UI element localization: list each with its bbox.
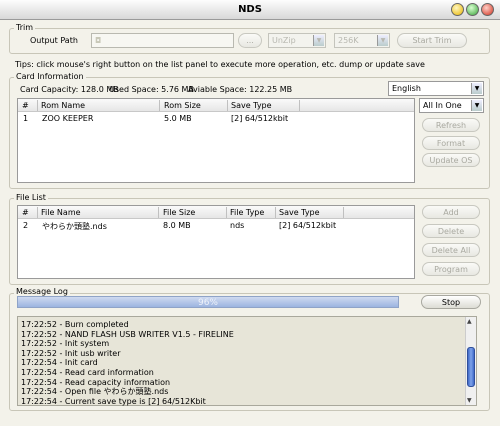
scroll-thumb[interactable] xyxy=(467,347,475,387)
format-button[interactable]: Format xyxy=(422,136,480,150)
scroll-up-icon[interactable]: ▲ xyxy=(467,318,472,325)
column-header[interactable]: File Size xyxy=(163,208,195,217)
table-row[interactable]: 1 ZOO KEEPER 5.0 MB [2] 64/512kbit xyxy=(18,113,414,124)
tips-text: Tips: click mouse's right button on the … xyxy=(15,60,425,69)
file-table[interactable]: # File Name File Size File Type Save Typ… xyxy=(17,205,415,279)
output-path-label: Output Path xyxy=(30,36,78,45)
progress-text: 96% xyxy=(197,298,218,308)
window-title: NDS xyxy=(238,4,262,15)
mode-select[interactable]: UnZip ▼ xyxy=(268,33,326,48)
progress-bar: 96% xyxy=(17,296,399,308)
close-button[interactable] xyxy=(481,3,494,16)
delete-button[interactable]: Delete xyxy=(422,224,480,238)
delete-all-button[interactable]: Delete All xyxy=(422,243,480,257)
log-line: 17:22:54 - Init card xyxy=(21,358,98,368)
rom-table[interactable]: # Rom Name Rom Size Save Type 1 ZOO KEEP… xyxy=(17,98,415,183)
chevron-down-icon: ▼ xyxy=(471,100,482,111)
program-button[interactable]: Program xyxy=(422,262,480,276)
browse-button[interactable]: ... xyxy=(238,33,262,48)
log-line: 17:22:52 - NAND FLASH USB WRITER V1.5 - … xyxy=(21,329,234,339)
size-select[interactable]: 256K ▼ xyxy=(334,33,390,48)
column-header[interactable]: File Type xyxy=(230,208,264,217)
log-line: 17:22:54 - Open file やわらか頭塾.nds xyxy=(21,387,169,397)
chevron-down-icon: ▼ xyxy=(313,35,324,46)
output-path-field[interactable]: ◘ xyxy=(91,33,234,48)
log-line: 17:22:54 - Current save type is [2] 64/5… xyxy=(21,396,206,406)
card-info-group-label: Card Information xyxy=(14,72,86,81)
folder-icon: ◘ xyxy=(95,36,102,45)
scroll-down-icon[interactable]: ▼ xyxy=(467,397,472,404)
trim-group-label: Trim xyxy=(14,23,36,32)
file-list-group-label: File List xyxy=(14,193,48,202)
filter-select[interactable]: All In One ▼ xyxy=(419,98,484,113)
stop-button[interactable]: Stop xyxy=(421,295,481,309)
title-bar: NDS xyxy=(0,0,500,20)
refresh-button[interactable]: Refresh xyxy=(422,118,480,132)
chevron-down-icon: ▼ xyxy=(377,35,388,46)
start-trim-button[interactable]: Start Trim xyxy=(397,33,467,48)
log-line: 17:22:52 - Burn completed xyxy=(21,320,129,329)
column-header[interactable]: Save Type xyxy=(279,208,320,217)
column-header[interactable]: # xyxy=(22,208,29,217)
table-row[interactable]: 2 やわらか頭塾.nds 8.0 MB nds [2] 64/512kbit xyxy=(18,220,414,231)
maximize-button[interactable] xyxy=(466,3,479,16)
message-log-group-label: Message Log xyxy=(14,287,70,296)
minimize-button[interactable] xyxy=(451,3,464,16)
file-table-header: # File Name File Size File Type Save Typ… xyxy=(18,206,414,219)
log-line: 17:22:54 - Read card information xyxy=(21,368,154,377)
used-space: Used Space: 5.76 MB xyxy=(109,85,194,94)
available-space: Aviable Space: 122.25 MB xyxy=(188,85,293,94)
message-log[interactable]: 17:22:52 - Burn completed 17:22:52 - NAND… xyxy=(17,316,477,406)
column-header[interactable]: Rom Size xyxy=(164,101,201,110)
column-header[interactable]: # xyxy=(22,101,29,110)
add-button[interactable]: Add xyxy=(422,205,480,219)
chevron-down-icon: ▼ xyxy=(471,83,482,94)
log-line: 17:22:52 - Init system xyxy=(21,339,110,349)
card-capacity: Card Capacity: 128.0 MB xyxy=(20,85,119,94)
log-line: 17:22:54 - Read capacity information xyxy=(21,377,171,387)
log-scrollbar[interactable]: ▲ ▼ xyxy=(465,317,476,405)
update-os-button[interactable]: Update OS xyxy=(422,153,480,167)
rom-table-header: # Rom Name Rom Size Save Type xyxy=(18,99,414,112)
column-header[interactable]: Rom Name xyxy=(41,101,85,110)
column-header[interactable]: Save Type xyxy=(231,101,272,110)
log-line: 17:22:52 - Init usb writer xyxy=(21,348,121,358)
column-header[interactable]: File Name xyxy=(41,208,81,217)
language-select[interactable]: English ▼ xyxy=(388,81,484,96)
